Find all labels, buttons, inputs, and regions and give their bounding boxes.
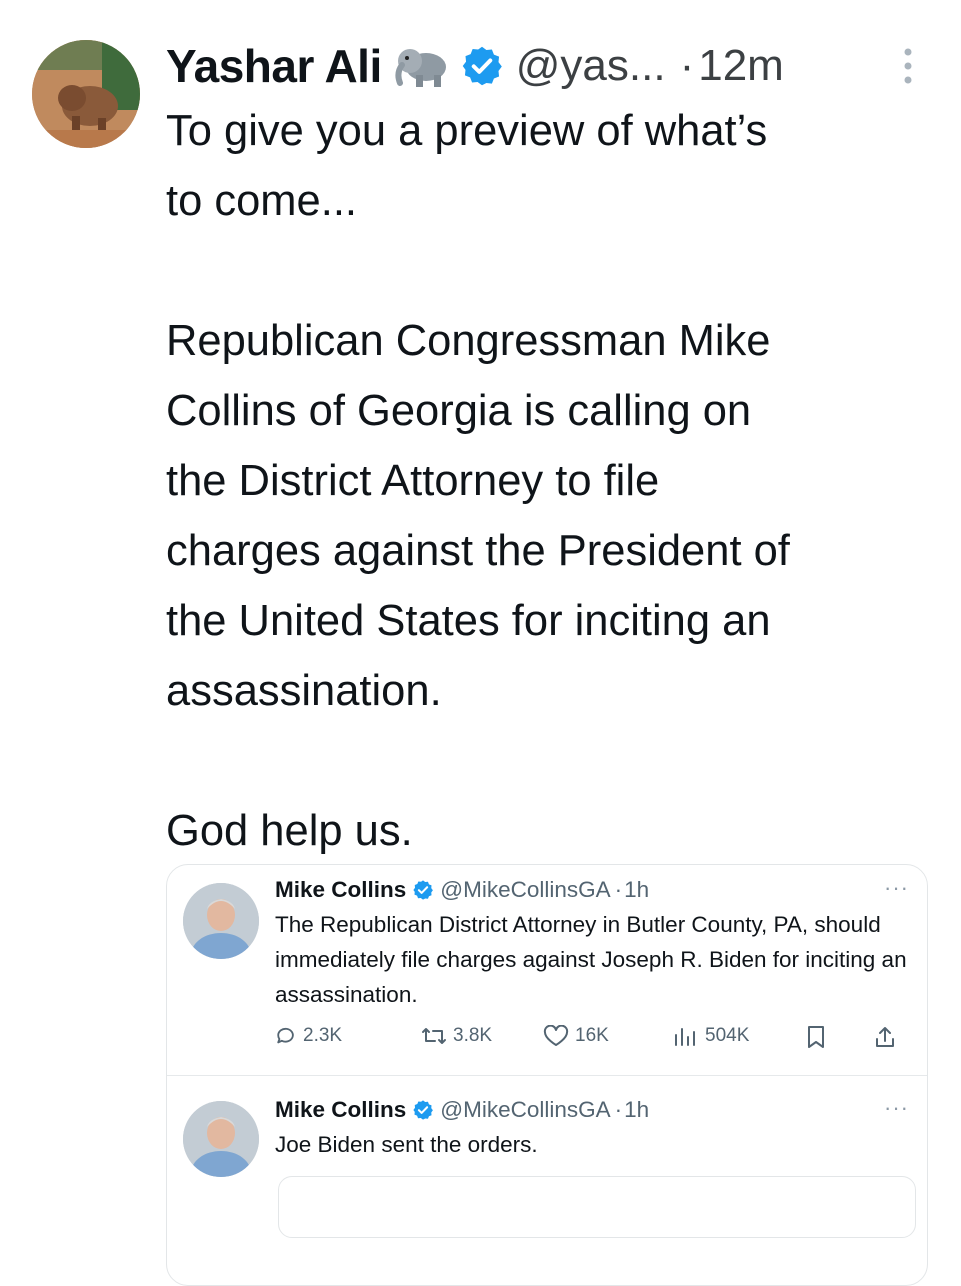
avatar-photo (32, 40, 140, 148)
bookmark-button[interactable] (805, 1025, 833, 1049)
timestamp[interactable]: 12m (698, 41, 784, 91)
author-handle[interactable]: @yas... (516, 41, 666, 91)
avatar-photo (183, 883, 259, 959)
elephant-emoji-icon (395, 49, 446, 87)
quoted-author-handle[interactable]: @MikeCollinsGA (440, 877, 610, 903)
view-count: 504K (705, 1025, 750, 1046)
repost-button[interactable]: 3.8K (421, 1025, 492, 1047)
quoted-author-name[interactable]: Mike Collins (275, 877, 406, 903)
share-icon (876, 1027, 894, 1047)
quoted-tweet-text: Joe Biden sent the orders. (275, 1132, 538, 1157)
share-button[interactable] (873, 1025, 903, 1049)
repost-count: 3.8K (453, 1025, 493, 1046)
separator-dot: · (614, 877, 623, 902)
repost-icon (422, 1028, 446, 1044)
quoted-author-avatar[interactable] (183, 1101, 259, 1177)
reply-button[interactable]: 2.3K (275, 1025, 342, 1047)
verified-badge-icon (413, 1100, 434, 1120)
separator-dot: · (614, 1097, 623, 1122)
quoted-author-avatar[interactable] (183, 883, 259, 959)
more-vertical-icon[interactable] (900, 46, 916, 86)
views-icon (675, 1028, 695, 1046)
quoted-author-handle[interactable]: @MikeCollinsGA (440, 1097, 610, 1123)
quoted-timestamp[interactable]: 1h (624, 1097, 649, 1123)
author-name[interactable]: Yashar Ali (166, 39, 382, 93)
like-count: 16K (575, 1025, 609, 1046)
more-horizontal-icon[interactable]: ··· (884, 875, 909, 901)
verified-badge-icon (413, 880, 434, 900)
author-avatar[interactable] (32, 40, 140, 148)
quoted-timestamp[interactable]: 1h (624, 877, 649, 903)
tweet-header: Yashar Ali @yas... · 12m (166, 36, 946, 96)
verified-badge-icon (462, 46, 502, 86)
bookmark-icon (808, 1026, 824, 1048)
quoted-author-name[interactable]: Mike Collins (275, 1097, 406, 1123)
reply-count: 2.3K (303, 1025, 343, 1046)
avatar-photo (183, 1101, 259, 1177)
separator-dot: · (679, 41, 695, 90)
quoted-tweet-text: The Republican District Attorney in Butl… (275, 912, 907, 1007)
divider (167, 1075, 927, 1076)
like-button[interactable]: 16K (543, 1025, 609, 1047)
quoted-tweet-header: Mike Collins @MikeCollinsGA · 1h (275, 873, 649, 907)
views-button[interactable]: 504K (673, 1025, 749, 1047)
tweet-action-bar: 2.3K 3.8K 16K 504K (275, 1025, 915, 1055)
embedded-media-card[interactable] (278, 1176, 916, 1238)
reply-icon (277, 1027, 294, 1044)
heart-icon (543, 1025, 569, 1046)
more-horizontal-icon[interactable]: ··· (884, 1095, 909, 1121)
quoted-tweet-header: Mike Collins @MikeCollinsGA · 1h (275, 1093, 649, 1127)
tweet-text: To give you a preview of what’s to come.… (166, 107, 790, 855)
